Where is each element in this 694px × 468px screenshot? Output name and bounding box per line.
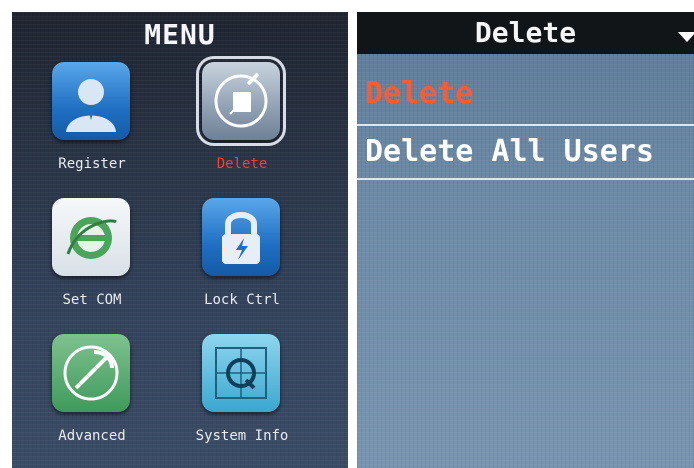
submenu-header: Delete [357, 12, 694, 54]
menu-item-label: Advanced [58, 428, 126, 444]
menu-item-advanced[interactable]: Advanced [36, 334, 156, 454]
menu-item-lock-ctrl[interactable]: Lock Ctrl [186, 198, 306, 318]
menu-item-delete[interactable]: Delete [186, 56, 306, 182]
list-item-label: Delete [365, 76, 474, 111]
advanced-icon [52, 334, 130, 412]
set-com-icon [52, 198, 130, 276]
menu-item-system-info[interactable]: System Info [186, 334, 306, 454]
register-icon [52, 62, 130, 140]
menu-item-register[interactable]: Register [36, 62, 156, 182]
list-item-label: Delete All Users [365, 134, 654, 169]
delete-submenu-screen: Delete Delete Delete All Users [357, 12, 694, 468]
scroll-down-arrow-icon [678, 32, 694, 42]
list-item-delete[interactable]: Delete [357, 68, 694, 120]
menu-item-label: Delete [216, 156, 268, 172]
submenu-title: Delete [474, 16, 577, 49]
delete-icon [196, 56, 286, 146]
menu-item-set-com[interactable]: Set COM [36, 198, 156, 318]
menu-item-label: Set COM [62, 292, 122, 308]
menu-item-label: Lock Ctrl [204, 292, 280, 308]
list-item-delete-all-users[interactable]: Delete All Users [357, 126, 694, 178]
system-info-icon [202, 334, 280, 412]
main-menu-screen: MENU Register Delete Set COM Lock Ctrl A… [12, 12, 348, 468]
menu-item-label: Register [58, 156, 126, 172]
menu-title: MENU [144, 18, 216, 51]
lock-icon [202, 198, 280, 276]
list-divider [357, 178, 694, 180]
menu-item-label: System Info [195, 428, 289, 444]
